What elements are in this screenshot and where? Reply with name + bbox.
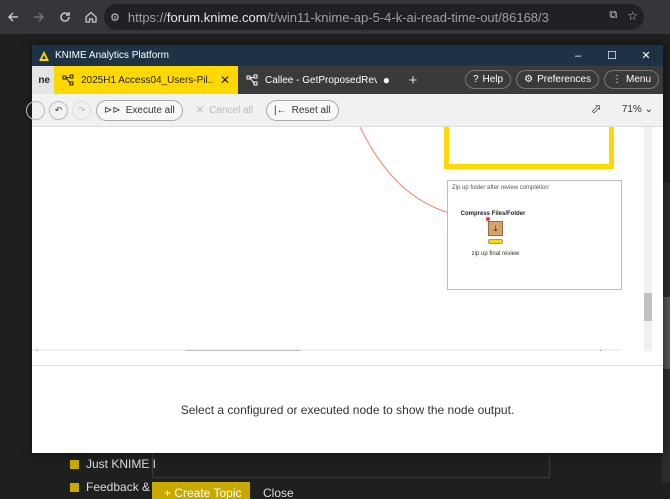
new-tab-button[interactable]: + <box>398 66 428 94</box>
unsaved-dot-icon: ● <box>382 73 390 87</box>
reply-editor[interactable] <box>152 452 550 478</box>
help-icon: ? <box>472 74 479 85</box>
annotation-box[interactable]: Zip up folder after review completion Co… <box>447 180 622 290</box>
undo-icon: ↶ <box>54 104 63 115</box>
cancel-icon: ✕ <box>195 104 205 116</box>
help-button[interactable]: ? Help <box>464 70 512 89</box>
cancel-all-button[interactable]: ✕ Cancel all <box>188 100 261 121</box>
category-color-icon <box>70 482 79 492</box>
tab-home[interactable]: ne <box>32 66 54 94</box>
more-vertical-icon: ⋮ <box>611 74 622 85</box>
close-link[interactable]: Close <box>263 486 294 499</box>
undo-button[interactable]: ↶ <box>49 100 68 120</box>
node-output-message: Select a configured or executed node to … <box>180 402 515 417</box>
forward-icon[interactable] <box>26 4 52 30</box>
scroll-right-icon[interactable]: ▶ <box>600 349 605 351</box>
execute-all-button[interactable]: ⊳⊳ Execute all <box>96 99 183 121</box>
reset-icon: |← <box>274 104 287 116</box>
forum-category-item[interactable]: Feedback & I <box>70 480 157 494</box>
node-output-panel: Select a configured or executed node to … <box>32 365 663 453</box>
workflow-toolbar: ↶ ↷ ⊳⊳ Execute all ✕ Cancel all |← Reset al… <box>26 94 663 127</box>
annotation-title: Zip up folder after review completion <box>452 185 549 191</box>
knime-window: KNIME Analytics Platform – ☐ ✕ ne 2025H1… <box>26 45 663 453</box>
home-icon[interactable] <box>78 4 104 30</box>
canvas-vertical-scrollbar-thumb[interactable] <box>644 293 652 321</box>
redo-button[interactable]: ↷ <box>72 100 91 120</box>
menu-button[interactable]: ⋮ Menu <box>603 70 659 89</box>
zoom-dropdown[interactable]: 71% ⌄ <box>622 104 653 115</box>
reload-icon[interactable] <box>52 4 78 30</box>
close-window-button[interactable]: ✕ <box>629 45 663 66</box>
reset-all-button[interactable]: |← Reset all <box>266 99 339 121</box>
forum-category-item[interactable]: Just KNIME I <box>70 457 156 471</box>
scroll-left-icon[interactable]: ◀ <box>33 349 38 351</box>
node-description: zip up final review <box>471 251 520 257</box>
tab-workflow[interactable]: Callee - GetProposedReview... ● <box>238 66 398 94</box>
tab-label: Callee - GetProposedReview... <box>265 74 377 86</box>
workflow-canvas[interactable]: Zip up folder after review completion Co… <box>32 127 663 351</box>
browser-toolbar: ⚙ https://forum.knime.com/t/win11-knime-… <box>0 0 670 34</box>
node-name: Compress Files/Folder <box>460 211 526 217</box>
chevron-down-icon: ⌄ <box>644 103 653 115</box>
close-tab-icon[interactable]: ✕ <box>220 73 230 87</box>
execute-all-icon: ⊳⊳ <box>104 104 121 116</box>
install-app-icon[interactable]: ⧉ <box>609 9 617 23</box>
address-bar[interactable]: ⚙ https://forum.knime.com/t/win11-knime-… <box>104 4 644 30</box>
redo-icon: ↷ <box>77 104 86 115</box>
minimize-button[interactable]: – <box>561 45 595 66</box>
page-scrollbar-thumb[interactable] <box>662 297 670 369</box>
window-titlebar: KNIME Analytics Platform – ☐ ✕ <box>32 45 663 66</box>
url-text: https://forum.knime.com/t/win11-knime-ap… <box>127 9 549 25</box>
canvas-horizontal-scrollbar-thumb[interactable] <box>185 350 301 351</box>
workflow-icon <box>62 74 74 85</box>
category-color-icon <box>70 459 79 469</box>
node-status-indicator <box>488 239 503 244</box>
partial-button[interactable] <box>26 100 45 120</box>
workflow-tabbar: ne 2025H1 Access04_Users-Pil... ✕ Callee… <box>32 66 663 94</box>
tab-label: 2025H1 Access04_Users-Pil... <box>81 74 214 86</box>
window-title: KNIME Analytics Platform <box>55 50 169 61</box>
component-frame[interactable] <box>444 127 614 169</box>
canvas-horizontal-scrollbar[interactable] <box>32 349 620 351</box>
create-topic-button[interactable]: + Create Topic <box>152 482 250 499</box>
knime-logo-icon <box>39 50 49 61</box>
tab-workflow-active[interactable]: 2025H1 Access04_Users-Pil... ✕ <box>54 66 238 94</box>
gear-icon: ⚙ <box>524 74 534 85</box>
compress-node-icon[interactable]: ⤓ <box>488 221 503 236</box>
bookmark-star-icon[interactable]: ☆ <box>627 9 638 23</box>
back-icon[interactable] <box>0 4 26 30</box>
pointer-mode-icon[interactable]: ⬀ <box>591 101 602 117</box>
site-info-icon[interactable]: ⚙ <box>110 11 120 24</box>
maximize-button[interactable]: ☐ <box>595 45 629 66</box>
workflow-icon <box>246 74 258 85</box>
preferences-button[interactable]: ⚙ Preferences <box>516 70 599 89</box>
